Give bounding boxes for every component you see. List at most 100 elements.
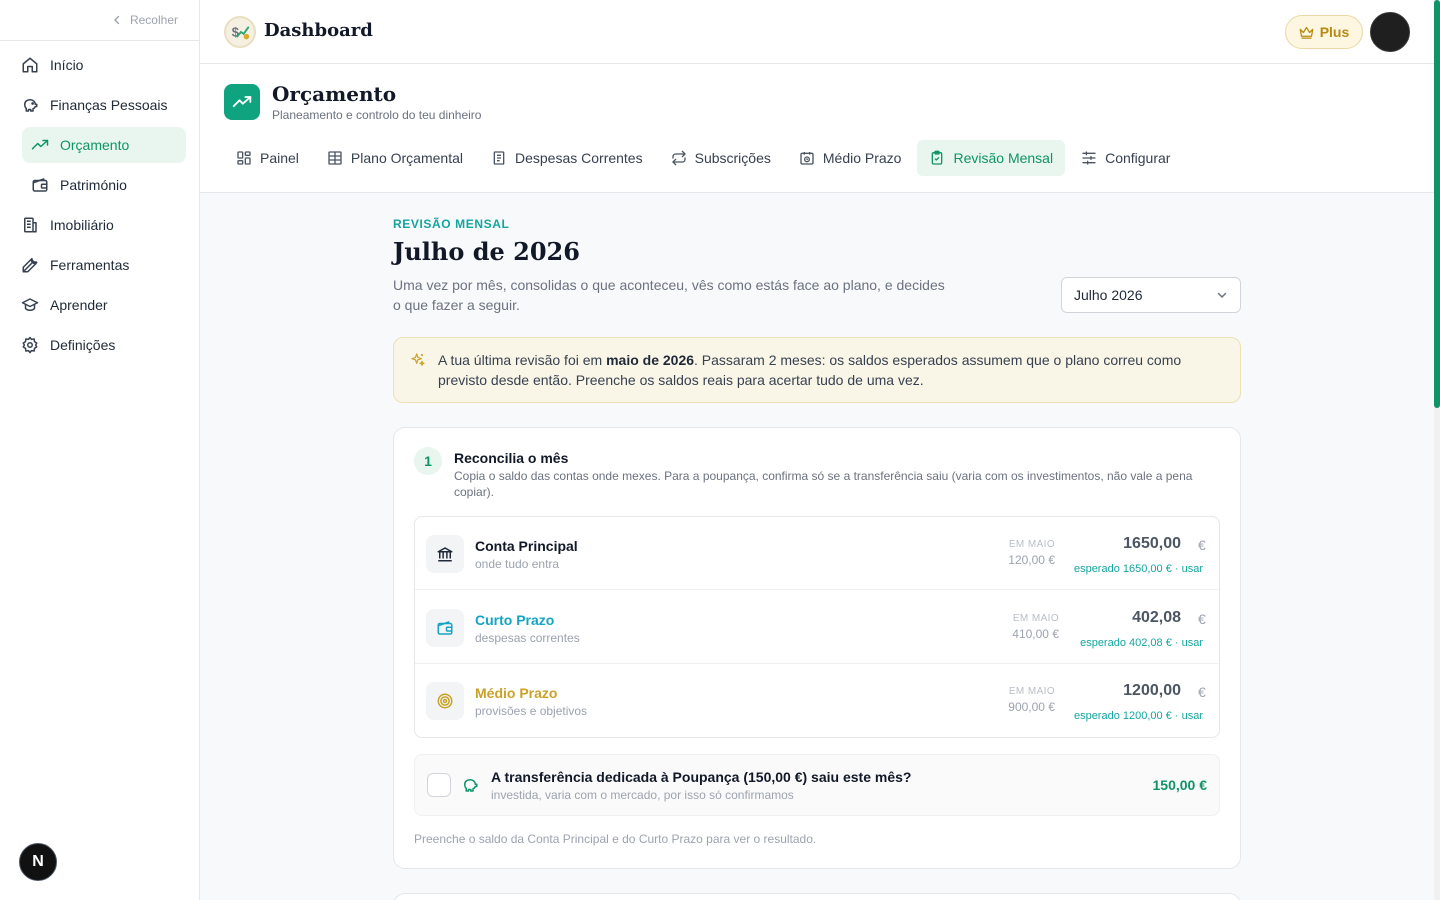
trending-up-icon [30, 135, 50, 155]
section-title: Orçamento [272, 82, 397, 106]
tab-plano-orcamental[interactable]: Plano Orçamental [315, 140, 475, 176]
bank-icon [426, 535, 464, 573]
trending-up-icon [224, 84, 260, 120]
plus-label: Plus [1319, 24, 1350, 40]
account-subtitle: despesas correntes [475, 631, 580, 645]
dev-tools-badge[interactable]: N [19, 843, 57, 881]
transfer-confirm-checkbox[interactable] [427, 773, 451, 797]
collapse-label: Recolher [129, 13, 178, 27]
sidebar-item-patrimonio[interactable]: Património [22, 167, 186, 203]
tab-label: Médio Prazo [822, 150, 902, 166]
transfer-amount: 150,00 € [1152, 777, 1208, 793]
tab-label: Plano Orçamental [350, 150, 463, 166]
balance-input[interactable]: 402,08 [1081, 609, 1181, 627]
receipt-icon [491, 150, 507, 166]
home-icon [20, 55, 40, 75]
avatar[interactable] [1370, 12, 1410, 52]
review-eyebrow: REVISÃO MENSAL [393, 217, 510, 231]
gear-icon [20, 335, 40, 355]
wallet-icon [30, 175, 50, 195]
sidebar-item-financas-pessoais[interactable]: Finanças Pessoais [12, 87, 186, 123]
tab-label: Subscrições [694, 150, 771, 166]
dollar-chart-icon: $ [232, 25, 250, 40]
transfer-question: A transferência dedicada à Poupança (150… [491, 769, 912, 785]
previous-label: EM MAIO [1008, 539, 1055, 550]
sidebar-divider [0, 40, 199, 41]
sidebar-item-label: Orçamento [60, 137, 130, 153]
currency-symbol: € [1198, 611, 1206, 627]
sidebar-item-label: Aprender [50, 297, 108, 313]
month-select-value: Julho 2026 [1074, 287, 1143, 303]
step-number: 1 [414, 447, 442, 475]
use-expected-link[interactable]: esperado 1650,00 € · usar [1003, 563, 1203, 575]
chevron-down-icon [1216, 289, 1228, 301]
page-scrollbar[interactable] [1434, 0, 1440, 900]
accounts-list: Conta Principal onde tudo entra EM MAIO … [414, 516, 1220, 738]
last-review-notice: A tua última revisão foi em maio de 2026… [393, 337, 1241, 403]
calendar-clock-icon [799, 150, 815, 166]
account-row-medio-prazo: Médio Prazo provisões e objetivos EM MAI… [415, 664, 1219, 737]
balance-input[interactable]: 1200,00 [1081, 682, 1181, 700]
sidebar-item-label: Finanças Pessoais [50, 97, 168, 113]
sidebar-item-definicoes[interactable]: Definições [12, 327, 186, 363]
reconcile-card: 1 Reconcilia o mês Copia o saldo das con… [393, 427, 1241, 869]
tab-configurar[interactable]: Configurar [1069, 140, 1182, 176]
balance-input[interactable]: 1650,00 [1081, 535, 1181, 553]
tab-revisao-mensal[interactable]: Revisão Mensal [917, 140, 1066, 176]
currency-symbol: € [1198, 684, 1206, 700]
tab-painel[interactable]: Painel [224, 140, 311, 176]
sidebar-item-label: Imobiliário [50, 217, 114, 233]
previous-label: EM MAIO [1008, 686, 1055, 697]
sidebar-item-imobiliario[interactable]: Imobiliário [12, 207, 186, 243]
sidebar-nav: Início Finanças Pessoais Orçamento Patri… [0, 47, 199, 367]
sidebar-item-ferramentas[interactable]: Ferramentas [12, 247, 186, 283]
account-subtitle: provisões e objetivos [475, 704, 588, 718]
sidebar: Recolher Início Finanças Pessoais Orçame… [0, 0, 200, 900]
app-title: Dashboard [264, 20, 373, 41]
crown-icon [1299, 26, 1314, 39]
sidebar-item-orcamento[interactable]: Orçamento [22, 127, 186, 163]
reconcile-hint: Preenche o saldo da Conta Principal e do… [414, 832, 817, 846]
app-logo[interactable]: $ [224, 16, 256, 48]
chevron-left-icon [112, 15, 122, 25]
dashboard-grid-icon [236, 150, 252, 166]
tab-bar: Painel Plano Orçamental Despesas Corrent… [224, 140, 1182, 176]
page-description: Uma vez por mês, consolidas o que aconte… [393, 277, 945, 313]
sidebar-item-label: Definições [50, 337, 116, 353]
tab-despesas-correntes[interactable]: Despesas Correntes [479, 140, 655, 176]
svg-text:$: $ [232, 25, 239, 40]
step-title: Reconcilia o mês [454, 450, 569, 466]
section-subtitle: Planeamento e controlo do teu dinheiro [272, 108, 482, 122]
notice-highlight: maio de 2026 [606, 352, 695, 368]
sidebar-item-inicio[interactable]: Início [12, 47, 186, 83]
collapse-button[interactable]: Recolher [112, 12, 178, 28]
building-icon [20, 215, 40, 235]
tab-medio-prazo[interactable]: Médio Prazo [787, 140, 914, 176]
tab-label: Despesas Correntes [514, 150, 643, 166]
plus-button[interactable]: Plus [1285, 15, 1363, 49]
tab-subscricoes[interactable]: Subscrições [659, 140, 783, 176]
wrench-icon [20, 255, 40, 275]
use-expected-link[interactable]: esperado 402,08 € · usar [1003, 637, 1203, 649]
use-expected-link[interactable]: esperado 1200,00 € · usar [1003, 710, 1203, 722]
savings-transfer-row: A transferência dedicada à Poupança (150… [414, 754, 1220, 816]
tab-label: Configurar [1105, 150, 1171, 166]
tab-label: Revisão Mensal [953, 150, 1054, 166]
scrollbar-thumb[interactable] [1434, 0, 1440, 408]
table-icon [327, 150, 343, 166]
sliders-icon [1081, 150, 1097, 166]
clipboard-check-icon [929, 150, 945, 166]
sidebar-item-label: Início [50, 57, 84, 73]
account-name: Médio Prazo [475, 685, 558, 701]
notice-text: A tua última revisão foi em [438, 352, 607, 368]
previous-label: EM MAIO [1012, 613, 1059, 624]
account-row-conta-principal: Conta Principal onde tudo entra EM MAIO … [415, 517, 1219, 590]
tab-label: Painel [260, 150, 299, 166]
section-header: Orçamento Planeamento e controlo do teu … [200, 64, 1434, 193]
sidebar-item-aprender[interactable]: Aprender [12, 287, 186, 323]
account-name: Conta Principal [475, 538, 578, 554]
month-select[interactable]: Julho 2026 [1061, 277, 1241, 313]
top-header: $ Dashboard Plus [200, 0, 1440, 64]
sidebar-item-label: Património [60, 177, 127, 193]
sidebar-item-label: Ferramentas [50, 257, 130, 273]
